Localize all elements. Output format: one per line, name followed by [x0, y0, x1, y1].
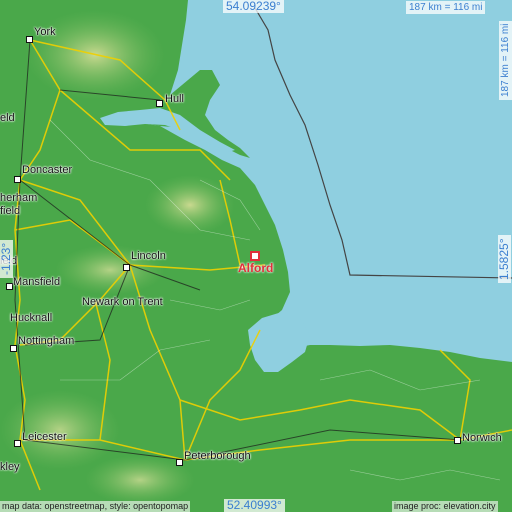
scale-top: 187 km = 116 mi — [406, 1, 486, 14]
place-herham[interactable]: herham — [0, 192, 37, 204]
place-lincoln[interactable]: Lincoln — [131, 250, 166, 262]
scale-right: 187 km = 116 mi — [499, 20, 512, 100]
target-location-marker[interactable] — [250, 251, 260, 261]
place-peterborough[interactable]: Peterborough — [184, 450, 251, 462]
york-marker — [26, 36, 33, 43]
place-norwich[interactable]: Norwich — [462, 432, 502, 444]
place-newark[interactable]: Newark on Trent — [82, 296, 163, 308]
coord-top-latitude: 54.09239° — [223, 0, 284, 13]
place-eld[interactable]: eld — [0, 112, 15, 124]
coord-right-longitude: 1.5825° — [497, 235, 511, 283]
leicester-marker — [14, 440, 21, 447]
place-hull[interactable]: Hull — [165, 93, 184, 105]
place-field[interactable]: field — [0, 205, 20, 217]
place-hucknall[interactable]: Hucknall — [10, 312, 52, 324]
place-kley[interactable]: kley — [0, 461, 20, 473]
place-nottingham[interactable]: Nottingham — [18, 335, 74, 347]
coord-bottom-latitude: 52.40993° — [224, 499, 285, 512]
mansfield-marker — [6, 283, 13, 290]
target-location-label[interactable]: Alford — [238, 261, 273, 275]
place-doncaster[interactable]: Doncaster — [22, 164, 72, 176]
place-mansfield[interactable]: Mansfield — [13, 276, 60, 288]
peterborough-marker — [176, 459, 183, 466]
credit-image-processing: image proc: elevation.city — [392, 501, 498, 512]
place-york[interactable]: York — [34, 26, 56, 38]
norwich-marker — [454, 437, 461, 444]
hull-marker — [156, 100, 163, 107]
place-leicester[interactable]: Leicester — [22, 431, 67, 443]
credit-map-data: map data: openstreetmap, style: opentopo… — [0, 501, 191, 512]
doncaster-marker — [14, 176, 21, 183]
coord-left-longitude: -1.23° — [0, 239, 13, 278]
nottingham-marker — [10, 345, 17, 352]
lincoln-marker — [123, 264, 130, 271]
